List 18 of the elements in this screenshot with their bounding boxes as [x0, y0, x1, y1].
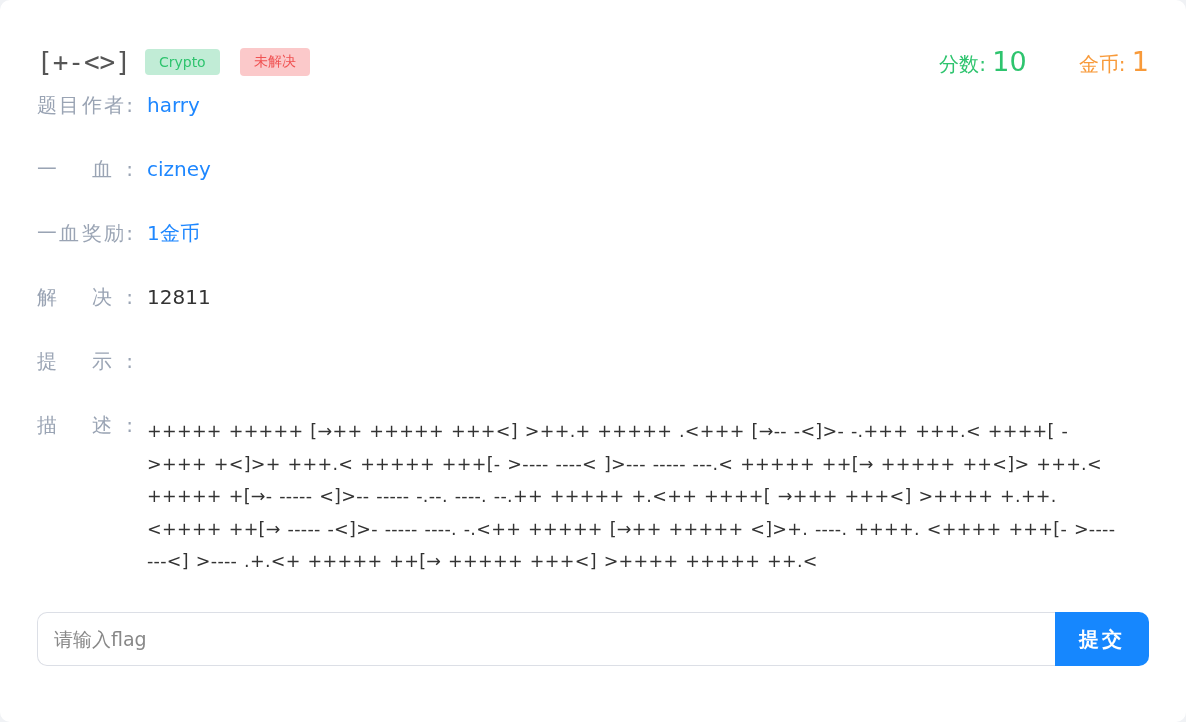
- score-text: 分数: 10: [939, 46, 1027, 78]
- status-tag: 未解决: [239, 48, 310, 76]
- field-value: 12811: [147, 284, 211, 311]
- field-label: 解 决:: [37, 284, 133, 311]
- field-label: 一血奖励:: [37, 220, 133, 247]
- field-label: 题目作者:: [37, 92, 133, 119]
- field-link[interactable]: cizney: [147, 154, 211, 184]
- field-link[interactable]: 1金币: [147, 218, 200, 248]
- flag-input[interactable]: 请输入flag: [37, 612, 1055, 666]
- coins-text: 金币: 1: [1078, 46, 1149, 78]
- field-label: 一 血:: [37, 156, 133, 183]
- category-tag: Crypto: [144, 49, 220, 75]
- field-label: 描 述:: [37, 412, 133, 439]
- description-text: +++++ +++++ [→++ +++++ +++<] >++.+ +++++ .<+++ [→-- -<]>- -.+++ +++.< ++++[ - >+++ +<]>+ +++.< +++++ +++[- >---- ----< ]>--- ----- ---.< +++++ ++[→ +++++ ++<]> +++.< +++++ +[→- ----- <]>-- ----- -.--. ----. --.++ +++++ +.<++ ++++[ →+++ +++<] >++++ +.++. <++++ ++[→ ----- -<]>- ----- ----. -.<++ +++++ [→++ +++++ <]>+. ----. ++++. <++++ +++[- >---- ---<] >---- .+.<+ +++++ ++[→ +++++ +++<] >++++ +++++ ++.<: [147, 420, 1117, 573]
- field-label: 提 示:: [37, 348, 133, 375]
- challenge-title: [+-<>]: [37, 47, 131, 77]
- submit-button[interactable]: 提交: [1055, 612, 1149, 666]
- field-link[interactable]: harry: [147, 90, 200, 120]
